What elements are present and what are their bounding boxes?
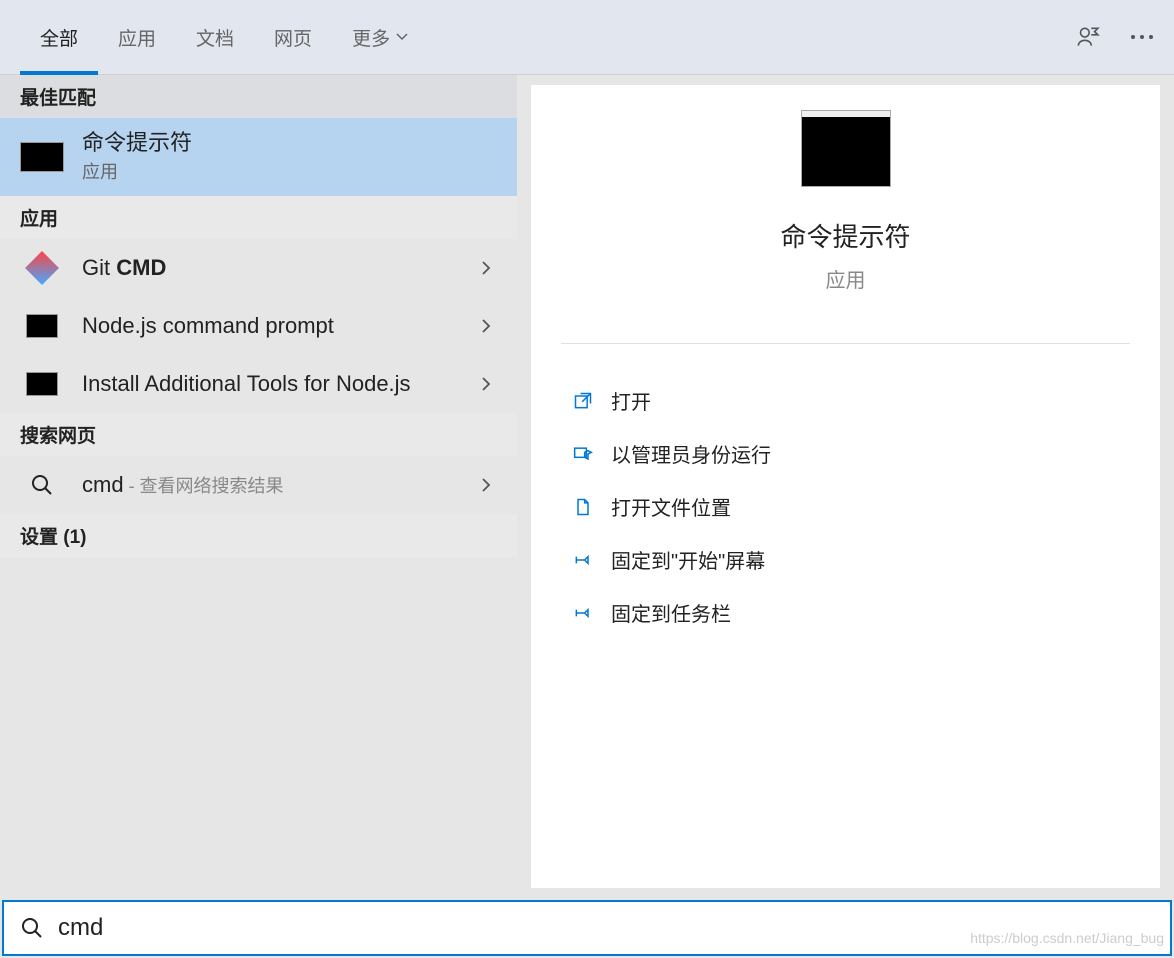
tab-label: 全部 xyxy=(40,24,78,51)
section-settings: 设置 (1) xyxy=(0,514,517,557)
action-label: 以管理员身份运行 xyxy=(611,439,771,468)
cmd-icon xyxy=(20,309,64,343)
pin-icon xyxy=(569,603,597,623)
search-body: 最佳匹配 命令提示符 应用 应用 Git CMD Node.js command… xyxy=(0,75,1174,898)
result-best-match[interactable]: 命令提示符 应用 xyxy=(0,118,517,196)
result-suffix: - 查看网络搜索结果 xyxy=(124,476,284,496)
cmd-icon xyxy=(20,367,64,401)
detail-title: 命令提示符 xyxy=(780,217,910,254)
result-title: Git CMD xyxy=(82,255,481,281)
detail-header: 命令提示符 应用 xyxy=(531,115,1160,323)
action-label: 固定到"开始"屏幕 xyxy=(611,545,765,574)
detail-panel: 命令提示符 应用 打开 以管理员身份运行 xyxy=(531,85,1160,888)
tab-label: 应用 xyxy=(118,24,156,51)
result-text: Node.js command prompt xyxy=(82,313,481,339)
result-title: Node.js command prompt xyxy=(82,313,481,339)
folder-icon xyxy=(569,497,597,517)
search-header: 全部 应用 文档 网页 更多 xyxy=(0,0,1174,75)
detail-subtitle: 应用 xyxy=(826,264,866,293)
search-icon xyxy=(20,916,44,940)
open-icon xyxy=(569,391,597,411)
action-label: 打开 xyxy=(611,386,651,415)
action-label: 打开文件位置 xyxy=(611,492,731,521)
chevron-right-icon xyxy=(481,477,497,493)
chevron-right-icon xyxy=(481,376,497,392)
section-apps: 应用 xyxy=(0,196,517,239)
result-app-node-tools[interactable]: Install Additional Tools for Node.js xyxy=(0,355,517,413)
chevron-right-icon xyxy=(481,260,497,276)
result-title: 命令提示符 xyxy=(82,130,497,156)
result-app-node-cmd[interactable]: Node.js command prompt xyxy=(0,297,517,355)
result-subtitle: 应用 xyxy=(82,158,497,184)
shield-icon xyxy=(569,444,597,464)
action-label: 固定到任务栏 xyxy=(611,598,731,627)
cmd-icon xyxy=(20,140,64,174)
divider xyxy=(561,343,1130,344)
detail-actions: 打开 以管理员身份运行 打开文件位置 xyxy=(531,364,1160,649)
result-query: cmd xyxy=(82,472,124,497)
result-app-git-cmd[interactable]: Git CMD xyxy=(0,239,517,297)
more-options-icon[interactable] xyxy=(1130,34,1154,40)
action-run-admin[interactable]: 以管理员身份运行 xyxy=(561,427,1130,480)
tab-label: 网页 xyxy=(274,24,312,51)
section-best-match: 最佳匹配 xyxy=(0,75,517,118)
feedback-icon[interactable] xyxy=(1074,24,1100,50)
result-text: Install Additional Tools for Node.js xyxy=(82,371,481,397)
tab-label: 更多 xyxy=(352,24,390,51)
result-text: Git CMD xyxy=(82,255,481,281)
action-pin-start[interactable]: 固定到"开始"屏幕 xyxy=(561,533,1130,586)
section-web: 搜索网页 xyxy=(0,413,517,456)
pin-icon xyxy=(569,550,597,570)
action-open-location[interactable]: 打开文件位置 xyxy=(561,480,1130,533)
result-title: Install Additional Tools for Node.js xyxy=(82,371,422,397)
cmd-icon xyxy=(801,115,891,187)
tab-docs[interactable]: 文档 xyxy=(176,0,254,75)
search-bar[interactable] xyxy=(2,900,1172,956)
tab-apps[interactable]: 应用 xyxy=(98,0,176,75)
tab-label: 文档 xyxy=(196,24,234,51)
result-text: cmd - 查看网络搜索结果 xyxy=(82,472,481,498)
git-icon xyxy=(20,251,64,285)
chevron-right-icon xyxy=(481,318,497,334)
results-panel: 最佳匹配 命令提示符 应用 应用 Git CMD Node.js command… xyxy=(0,75,517,898)
search-icon xyxy=(20,468,64,502)
result-text: 命令提示符 应用 xyxy=(82,130,497,184)
search-input[interactable] xyxy=(58,914,1154,942)
result-web-search[interactable]: cmd - 查看网络搜索结果 xyxy=(0,456,517,514)
tab-more[interactable]: 更多 xyxy=(332,0,428,75)
action-open[interactable]: 打开 xyxy=(561,374,1130,427)
tab-web[interactable]: 网页 xyxy=(254,0,332,75)
detail-panel-wrap: 命令提示符 应用 打开 以管理员身份运行 xyxy=(517,75,1174,898)
chevron-down-icon xyxy=(396,33,408,41)
tab-all[interactable]: 全部 xyxy=(20,0,98,75)
action-pin-taskbar[interactable]: 固定到任务栏 xyxy=(561,586,1130,639)
